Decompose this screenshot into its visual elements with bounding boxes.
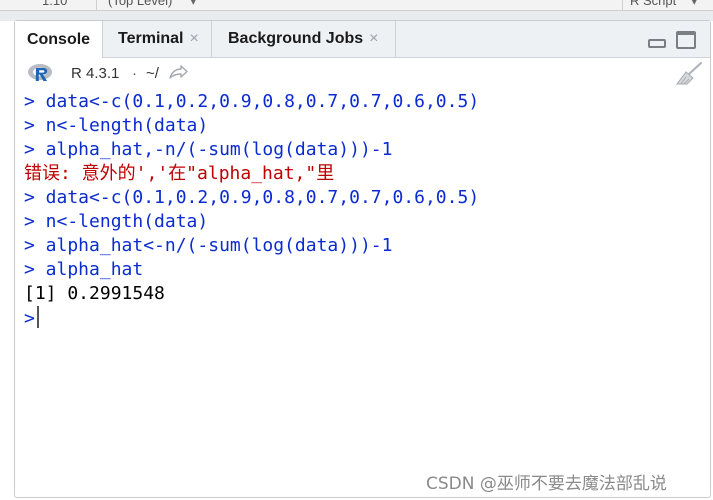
tab-console[interactable]: Console	[15, 21, 103, 58]
console-input-line: > data<-c(0.1,0.2,0.9,0.8,0.7,0.7,0.6,0.…	[24, 187, 480, 208]
console-pane: Console Terminal × Background Jobs × R 4…	[14, 20, 711, 498]
console-output-line: [1] 0.2991548	[24, 283, 165, 304]
console-prompt-line[interactable]: >	[24, 306, 704, 330]
status-divider	[622, 0, 623, 10]
close-icon[interactable]: ×	[190, 30, 199, 48]
tab-terminal[interactable]: Terminal ×	[104, 21, 212, 57]
tab-label: Terminal	[118, 30, 184, 47]
console-info-bar: R 4.3.1 · ~/	[15, 58, 710, 88]
working-directory: ~/	[146, 65, 159, 82]
console-input-line: > alpha_hat,-n/(-sum(log(data)))-1	[24, 139, 393, 160]
text-cursor	[36, 306, 39, 328]
console-input-line: > n<-length(data)	[24, 211, 209, 232]
chevron-down-icon[interactable]: ▾	[691, 0, 698, 9]
maximize-icon[interactable]	[676, 31, 696, 49]
minimize-icon[interactable]	[648, 39, 666, 48]
cursor-position: 1:10	[42, 0, 68, 8]
editor-status-bar: 1:10 (Top Level) ▾ R Script ▾	[0, 0, 713, 11]
watermark: CSDN @巫师不要去魔法部乱说	[426, 474, 667, 494]
pane-tab-bar: Console Terminal × Background Jobs ×	[15, 21, 710, 58]
file-type-selector[interactable]: R Script	[630, 0, 676, 8]
console-prompt: >	[24, 308, 35, 329]
scope-selector[interactable]: (Top Level)	[108, 0, 172, 8]
console-input-line: > n<-length(data)	[24, 115, 209, 136]
tab-background-jobs[interactable]: Background Jobs ×	[212, 21, 396, 57]
tab-label: Background Jobs	[228, 30, 364, 47]
console-input-line: > data<-c(0.1,0.2,0.9,0.8,0.7,0.7,0.6,0.…	[24, 91, 480, 112]
r-logo-icon	[28, 64, 52, 81]
console-error-line: 错误: 意外的','在"alpha_hat,"里	[24, 163, 335, 184]
separator-dot: ·	[132, 65, 137, 82]
console-input-line: > alpha_hat<-n/(-sum(log(data)))-1	[24, 235, 393, 256]
broom-icon[interactable]	[673, 60, 705, 86]
close-icon[interactable]: ×	[369, 30, 378, 48]
chevron-down-icon[interactable]: ▾	[190, 0, 197, 9]
tab-label: Console	[26, 30, 91, 48]
console-input-line: > alpha_hat	[24, 259, 144, 280]
console-output[interactable]: > data<-c(0.1,0.2,0.9,0.8,0.7,0.7,0.6,0.…	[24, 90, 704, 490]
r-version: R 4.3.1	[71, 65, 120, 82]
status-divider	[96, 0, 97, 10]
go-to-directory-icon[interactable]	[168, 64, 188, 82]
